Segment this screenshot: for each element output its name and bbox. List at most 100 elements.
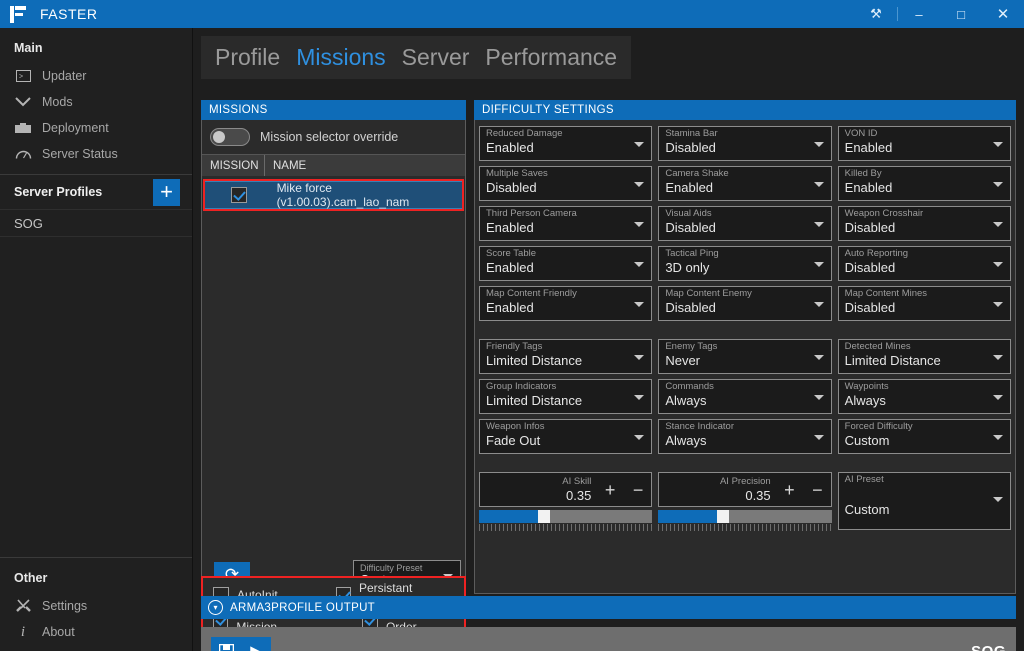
mission-row-highlight: Mike force (v1.00.03).cam_lao_nam [203, 179, 464, 211]
missions-panel: MISSIONS Mission selector override MISSI… [201, 100, 466, 638]
sidebar-item-server-status[interactable]: Server Status [0, 141, 192, 167]
setting-value: Enabled [844, 140, 893, 155]
setting-forced-difficulty[interactable]: Forced Difficulty Custom [837, 419, 1011, 454]
sidebar-item-settings[interactable]: Settings [0, 593, 192, 619]
tab-profile[interactable]: Profile [215, 44, 280, 71]
ai-precision-slider-thumb[interactable] [716, 510, 729, 523]
toggle-knob [213, 131, 225, 143]
setting-tactical-ping[interactable]: Tactical Ping 3D only [658, 246, 832, 281]
setting-value: Limited Distance [844, 353, 941, 368]
setting-stance-indicator[interactable]: Stance Indicator Always [658, 419, 832, 454]
setting-reduced-damage[interactable]: Reduced Damage Enabled [479, 126, 653, 161]
arma3profile-output-bar[interactable]: ▾ ARMA3PROFILE OUTPUT [201, 596, 1016, 619]
sidebar-profile-sog[interactable]: SOG [0, 209, 192, 237]
setting-detected-mines[interactable]: Detected Mines Limited Distance [837, 339, 1011, 374]
chevron-down-icon [813, 142, 824, 147]
setting-value: Fade Out [486, 433, 541, 448]
mission-selector-override-row[interactable]: Mission selector override [202, 120, 465, 154]
f-logo-icon [10, 5, 26, 23]
setting-value: Disabled [665, 300, 716, 315]
chevron-down-icon [813, 395, 824, 400]
console-icon: > [8, 70, 38, 82]
setting-ai-preset[interactable]: AI Preset Custom [837, 472, 1011, 530]
play-icon[interactable]: ▶ [241, 637, 271, 651]
ai-precision-decrement-button[interactable]: − [812, 481, 823, 499]
close-icon[interactable]: ✕ [982, 0, 1024, 28]
mission-checkbox[interactable] [231, 187, 247, 203]
setting-label: Visual Aids [665, 208, 712, 219]
chevron-down-icon [992, 497, 1003, 502]
save-icon[interactable] [211, 637, 241, 651]
ai-skill-value: 0.35 [566, 488, 592, 503]
info-icon: i [20, 623, 26, 640]
chevron-down-icon [813, 435, 824, 440]
setting-waypoints[interactable]: Waypoints Always [837, 379, 1011, 414]
ai-precision-slider[interactable] [658, 510, 832, 523]
setting-von-id[interactable]: VON ID Enabled [837, 126, 1011, 161]
ai-skill-slider-thumb[interactable] [537, 510, 550, 523]
setting-multiple-saves[interactable]: Multiple Saves Disabled [479, 166, 653, 201]
setting-third-person-camera[interactable]: Third Person Camera Enabled [479, 206, 653, 241]
minimize-icon[interactable]: – [898, 0, 940, 28]
setting-group-indicators[interactable]: Group Indicators Limited Distance [479, 379, 653, 414]
ai-skill-increment-button[interactable]: + [605, 481, 616, 499]
setting-weapon-infos[interactable]: Weapon Infos Fade Out [479, 419, 653, 454]
svg-text:>: > [19, 74, 23, 81]
setting-killed-by[interactable]: Killed By Enabled [837, 166, 1011, 201]
missions-table-header: MISSION NAME [202, 154, 465, 176]
setting-auto-reporting[interactable]: Auto Reporting Disabled [837, 246, 1011, 281]
setting-map-content-mines[interactable]: Map Content Mines Disabled [837, 286, 1011, 321]
setting-commands[interactable]: Commands Always [658, 379, 832, 414]
column-header-mission[interactable]: MISSION [202, 155, 265, 176]
add-profile-button[interactable]: + [153, 178, 180, 206]
setting-label: Detected Mines [844, 341, 911, 352]
sidebar-profiles-header: Server Profiles + [0, 175, 192, 209]
setting-stamina-bar[interactable]: Stamina Bar Disabled [658, 126, 832, 161]
setting-value: Never [665, 353, 701, 368]
sidebar-item-label: Server Status [42, 147, 118, 161]
sidebar-item-label: Settings [42, 599, 88, 613]
column-header-name[interactable]: NAME [265, 155, 465, 176]
setting-value: Disabled [844, 220, 896, 235]
setting-value: Enabled [486, 140, 534, 155]
setting-weapon-crosshair[interactable]: Weapon Crosshair Disabled [837, 206, 1011, 241]
tab-missions[interactable]: Missions [296, 44, 385, 71]
setting-friendly-tags[interactable]: Friendly Tags Limited Distance [479, 339, 653, 374]
setting-value: Disabled [665, 220, 716, 235]
ai-skill-slider[interactable] [479, 510, 653, 523]
setting-visual-aids[interactable]: Visual Aids Disabled [658, 206, 832, 241]
sidebar-item-updater[interactable]: > Updater [0, 63, 192, 89]
setting-label: Killed By [844, 168, 882, 179]
chevron-down-icon [634, 182, 645, 187]
ai-precision-increment-button[interactable]: + [784, 481, 795, 499]
setting-label: Waypoints [844, 381, 889, 392]
difficulty-panel: DIFFICULTY SETTINGS Reduced Damage Enabl… [474, 100, 1016, 594]
missions-panel-header: MISSIONS [201, 100, 466, 120]
setting-label: Weapon Crosshair [844, 208, 924, 219]
chevron-down-icon [634, 395, 645, 400]
setting-map-content-friendly[interactable]: Map Content Friendly Enabled [479, 286, 653, 321]
setting-map-content-enemy[interactable]: Map Content Enemy Disabled [658, 286, 832, 321]
sidebar-item-deployment[interactable]: Deployment [0, 115, 192, 141]
setting-score-table[interactable]: Score Table Enabled [479, 246, 653, 281]
mission-selector-override-toggle[interactable] [210, 128, 250, 146]
table-row[interactable]: Mike force (v1.00.03).cam_lao_nam [205, 181, 462, 209]
tab-bar: Profile Missions Server Performance [201, 36, 632, 79]
maximize-icon[interactable]: □ [940, 0, 982, 28]
footer-profile-name: SOG [971, 642, 1006, 651]
setting-label: Map Content Friendly [486, 288, 577, 299]
setting-label: Stamina Bar [665, 128, 718, 139]
tab-performance[interactable]: Performance [485, 44, 617, 71]
sidebar-item-mods[interactable]: Mods [0, 89, 192, 115]
ai-skill-decrement-button[interactable]: − [633, 481, 644, 499]
setting-value: Disabled [844, 260, 896, 275]
setting-label: Tactical Ping [665, 248, 719, 259]
setting-enemy-tags[interactable]: Enemy Tags Never [658, 339, 832, 374]
sidebar-item-about[interactable]: i About [0, 619, 192, 645]
chevron-down-icon[interactable]: ▾ [208, 600, 223, 615]
setting-label: VON ID [844, 128, 878, 139]
tab-server[interactable]: Server [402, 44, 470, 71]
tools-icon[interactable]: ⚒ [855, 0, 897, 28]
chevron-down-icon [992, 302, 1003, 307]
setting-camera-shake[interactable]: Camera Shake Enabled [658, 166, 832, 201]
